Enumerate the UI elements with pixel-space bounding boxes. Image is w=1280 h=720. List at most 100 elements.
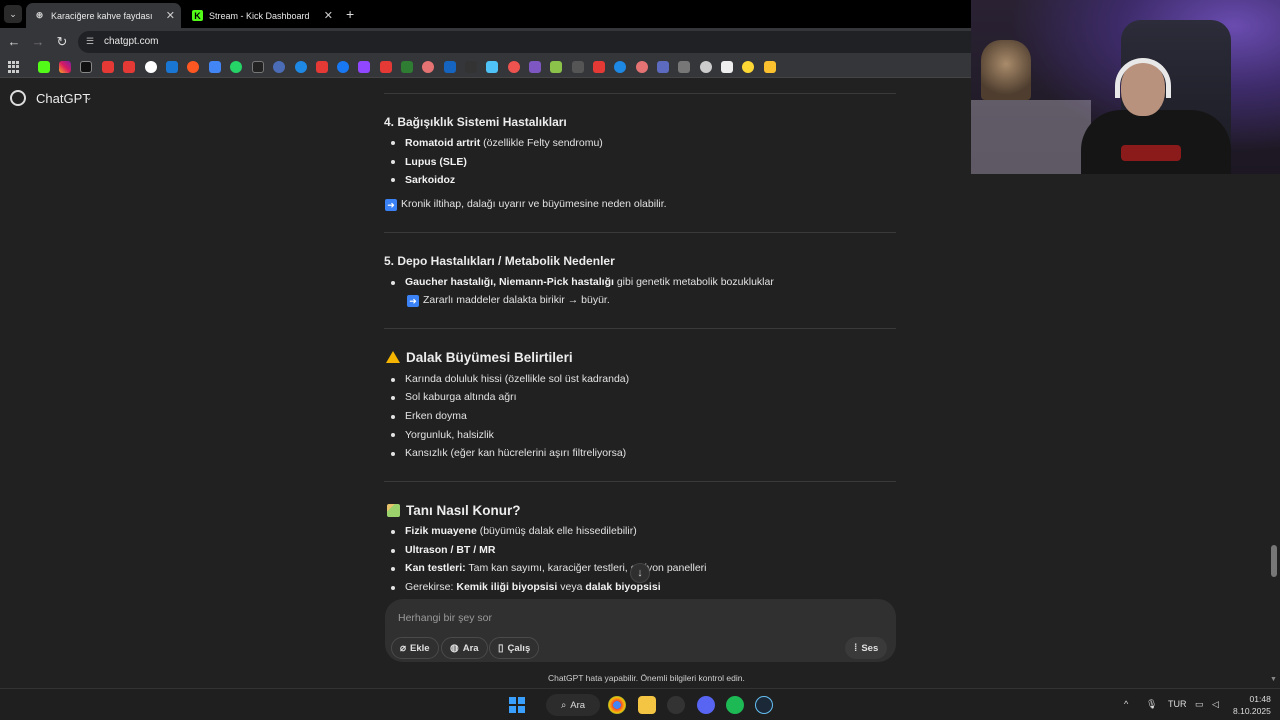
book-icon: ▯ [498, 642, 504, 654]
discord-icon[interactable] [697, 696, 715, 714]
webcam-shirt-logo [1121, 145, 1181, 161]
reload-icon[interactable]: ↻ [54, 34, 70, 50]
bookmark-icon[interactable] [295, 61, 307, 73]
outlook-bookmark-icon[interactable] [166, 61, 178, 73]
youtube-bookmark-icon[interactable] [102, 61, 114, 73]
instagram-bookmark-icon[interactable] [59, 61, 71, 73]
bullet [391, 378, 395, 382]
bookmark-icon[interactable] [252, 61, 264, 73]
translate-bookmark-icon[interactable] [209, 61, 221, 73]
list-item: Kan testleri: Tam kan sayımı, karaciğer … [405, 562, 707, 574]
bookmark-icon[interactable] [764, 61, 776, 73]
note-paragraph: ➜ Kronik iltihap, dalağı uyarır ve büyüme… [385, 198, 667, 211]
language-indicator[interactable]: TUR [1168, 699, 1187, 709]
spotify-icon[interactable] [726, 696, 744, 714]
message-composer[interactable]: Herhangi bir şey sor ⌀ Ekle ◍ Ara ▯ Çalış ⁞… [385, 599, 896, 662]
webcam-background [971, 100, 1091, 174]
bookmark-icon[interactable] [401, 61, 413, 73]
bookmark-icon[interactable] [721, 61, 733, 73]
reddit-bookmark-icon[interactable] [187, 61, 199, 73]
list-item: Yorgunluk, halsizlik [405, 429, 494, 441]
scroll-to-bottom-button[interactable]: ↓ [630, 563, 650, 583]
close-tab-icon[interactable]: ✕ [324, 9, 333, 22]
google-bookmark-icon[interactable] [145, 61, 157, 73]
tab-chatgpt[interactable]: ⊛ Karaciğere kahve faydası ✕ [26, 3, 181, 28]
microphone-icon[interactable]: 🎙 [1146, 699, 1157, 710]
bookmark-icon[interactable] [742, 61, 754, 73]
forward-arrow-icon[interactable]: → [30, 34, 46, 50]
close-tab-icon[interactable]: ✕ [166, 9, 175, 22]
chrome-icon[interactable] [608, 696, 626, 714]
bookmark-icon[interactable] [678, 61, 690, 73]
app-icon[interactable] [667, 696, 685, 714]
show-hidden-icons-chevron-icon[interactable]: ^ [1124, 699, 1128, 709]
twitch-bookmark-icon[interactable] [358, 61, 370, 73]
bookmark-icon[interactable] [572, 61, 584, 73]
bookmark-icon[interactable] [636, 61, 648, 73]
divider [384, 93, 896, 94]
kick-bookmark-icon[interactable] [38, 61, 50, 73]
list-item: Gaucher hastalığı, Niemann-Pick hastalığ… [405, 276, 774, 288]
bullet [391, 281, 395, 285]
webcam-overlay [971, 0, 1280, 174]
scroll-down-arrow-icon[interactable]: ▼ [1270, 676, 1277, 683]
taskbar-search-button[interactable]: ⌕ Ara [546, 694, 600, 716]
tab-title: Stream - Kick Dashboard [209, 10, 310, 21]
prompt-input[interactable]: Herhangi bir şey sor [398, 612, 492, 624]
volume-icon[interactable]: ◁ [1212, 699, 1219, 710]
voice-mode-button[interactable]: ⁞ Ses [845, 637, 888, 659]
right-arrow-icon: ➜ [407, 295, 419, 307]
bullet [391, 178, 395, 182]
apps-grid-icon[interactable] [8, 61, 20, 73]
warning-icon [386, 351, 400, 363]
chevron-down-icon[interactable]: ⌄ [85, 92, 93, 103]
globe-icon: ◍ [450, 642, 459, 654]
chatgpt-logo-icon[interactable] [10, 90, 26, 106]
bullet [391, 530, 395, 534]
bookmark-icon[interactable] [273, 61, 285, 73]
gmail-bookmark-icon[interactable] [123, 61, 135, 73]
paperclip-icon: ⌀ [400, 642, 407, 654]
bookmark-icon[interactable] [422, 61, 434, 73]
search-web-button[interactable]: ◍ Ara [441, 637, 488, 659]
whatsapp-bookmark-icon[interactable] [230, 61, 242, 73]
bullet [391, 549, 395, 553]
divider [384, 328, 896, 329]
bookmark-icon[interactable] [614, 61, 626, 73]
x-bookmark-icon[interactable] [80, 61, 92, 73]
tab-kick-dashboard[interactable]: K Stream - Kick Dashboard ✕ [184, 3, 339, 28]
bookmark-icon[interactable] [657, 61, 669, 73]
bookmark-icon[interactable] [316, 61, 328, 73]
bookmark-icon[interactable] [550, 61, 562, 73]
bullet [391, 567, 395, 571]
bookmark-icon[interactable] [593, 61, 605, 73]
add-attachment-button[interactable]: ⌀ Ekle [391, 637, 439, 659]
network-icon[interactable]: ▭ [1195, 699, 1204, 710]
steam-icon[interactable] [755, 696, 773, 714]
list-item: Romatoid artrit (özellikle Felty sendrom… [405, 137, 603, 149]
file-explorer-icon[interactable] [638, 696, 656, 714]
chatgpt-favicon-icon: ⊛ [35, 10, 44, 20]
bookmark-icon[interactable] [465, 61, 477, 73]
tab-search-dropdown-icon[interactable]: ⌄ [4, 5, 22, 23]
clock-date: 8.10.2025 [1233, 706, 1271, 716]
windows-start-icon[interactable] [509, 697, 525, 713]
bookmark-icon[interactable] [486, 61, 498, 73]
bookmark-icon[interactable] [444, 61, 456, 73]
bullet [391, 433, 395, 437]
site-info-icon[interactable]: ☰ [86, 36, 98, 48]
bookmark-icon[interactable] [508, 61, 520, 73]
model-selector[interactable]: ChatGPT [36, 91, 90, 106]
new-tab-plus-icon[interactable]: + [346, 6, 354, 22]
back-arrow-icon[interactable]: ← [6, 34, 22, 50]
facebook-bookmark-icon[interactable] [337, 61, 349, 73]
pencil-icon [387, 504, 400, 517]
bookmark-icon[interactable] [700, 61, 712, 73]
bookmark-icon[interactable] [380, 61, 392, 73]
note-paragraph: ➜ Zararlı maddeler dalakta birikir → büyü… [407, 294, 610, 307]
scrollbar-thumb[interactable] [1271, 545, 1277, 577]
taskbar-clock[interactable]: 01:48 8.10.2025 [1233, 693, 1271, 717]
section-heading: 4. Bağışıklık Sistemi Hastalıkları [384, 115, 567, 129]
study-button[interactable]: ▯ Çalış [489, 637, 540, 659]
bookmark-icon[interactable] [529, 61, 541, 73]
